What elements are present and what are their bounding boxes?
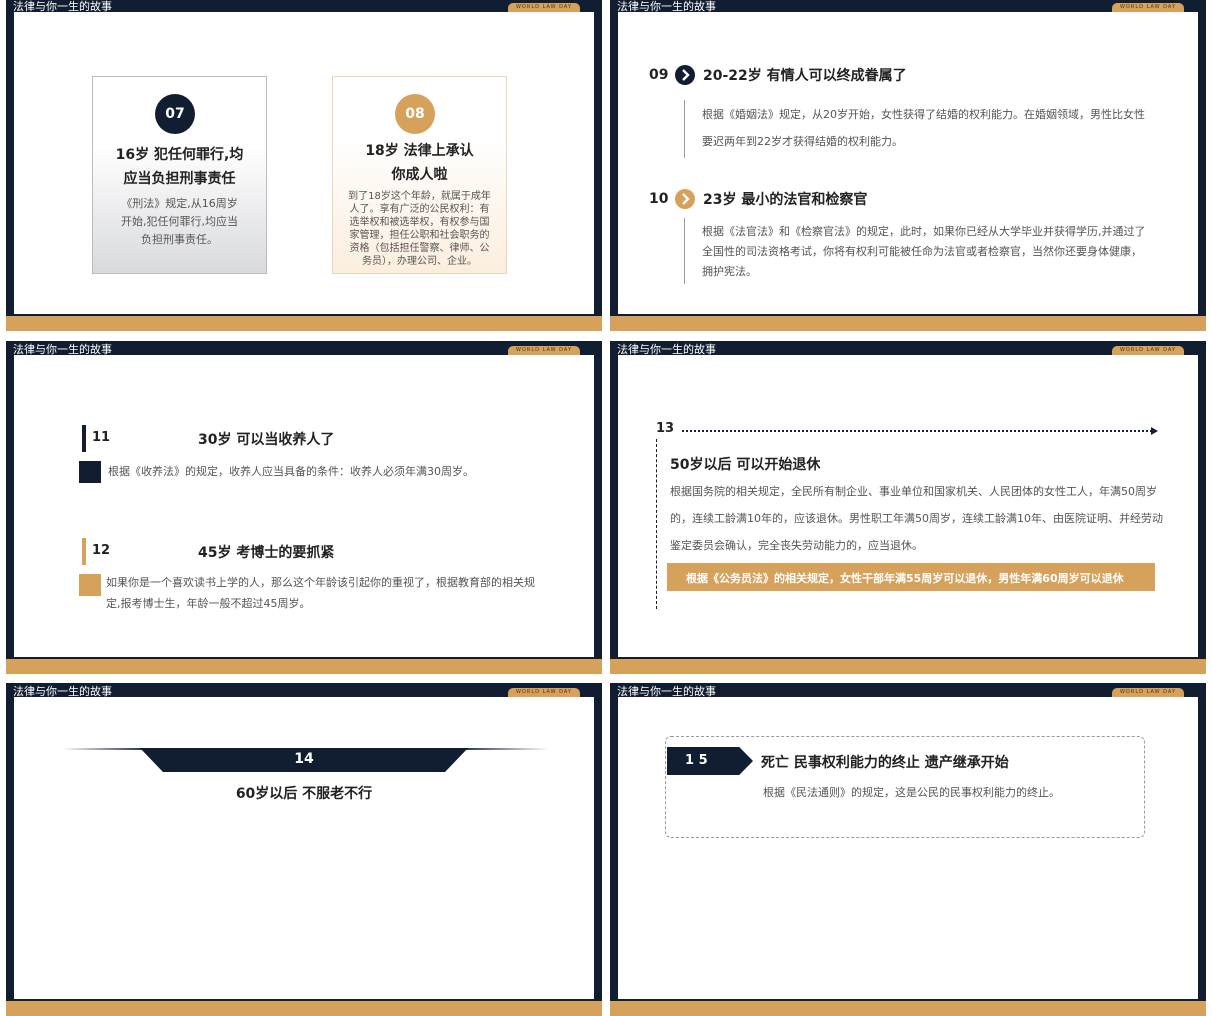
item-09-text-line2: 要迟两年到22岁才获得结婚的权利能力。 <box>702 135 903 148</box>
chevron-right-icon <box>675 65 695 85</box>
item-13-text-line2: 的，连续工龄满10年的，应该退休。男性职工年满50周岁，连续工龄满10年、由医院… <box>670 512 1163 525</box>
card-07-body-line3: 负担刑事责任。 <box>141 233 218 246</box>
item-10-text-line2: 全国性的司法资格考试，你将有权利可能被任命为法官或者检察官，当然你还要身体健康， <box>702 245 1142 258</box>
item-11-text-line1: 根据《收养法》的规定，收养人应当具备的条件：收养人必须年满30周岁。 <box>108 465 474 478</box>
item-11-number: 11 <box>92 430 111 445</box>
timeline-dotted-vertical <box>656 439 657 609</box>
world-law-day-badge: WORLD LAW DAY <box>508 3 580 12</box>
item-10-divider <box>684 218 685 284</box>
card-08-title-line2: 你成人啦 <box>391 167 448 183</box>
bottom-gold-bar <box>6 316 602 331</box>
item-12-text-line2: 定,报考博士生，年龄一般不超过45周岁。 <box>106 597 311 610</box>
card-08: 08 18岁 法律上承认 你成人啦 到了18岁这个年龄，就属于成年 人了。享有广… <box>332 76 507 274</box>
item-10-title: 23岁 最小的法官和检察官 <box>703 192 868 208</box>
number-ribbon-14: 14 <box>140 748 468 772</box>
card-08-body-line6: 务员），办理公司、企业。 <box>362 256 477 267</box>
item-09-number: 09 <box>649 67 669 83</box>
slide-2: 法律与你一生的故事 WORLD LAW DAY 09 20-22岁 有情人可以终… <box>610 0 1206 331</box>
bottom-gold-bar <box>6 1001 602 1016</box>
item-12-number: 12 <box>92 543 111 558</box>
card-08-title-line1: 18岁 法律上承认 <box>365 143 474 159</box>
number-badge-07: 07 <box>155 94 195 134</box>
slide-panel: 07 16岁 犯任何罪行,均 应当负担刑事责任 《刑法》规定,从16周岁 开始,… <box>14 12 594 314</box>
bottom-gold-bar <box>610 1001 1206 1016</box>
slide-4: 法律与你一生的故事 WORLD LAW DAY 13 50岁以后 可以开始退休 … <box>610 341 1206 674</box>
bottom-gold-bar <box>610 316 1206 331</box>
item-09-text-line1: 根据《婚姻法》规定，从20岁开始，女性获得了结婚的权利能力。在婚姻领域，男性比女… <box>702 108 1145 121</box>
world-law-day-badge: WORLD LAW DAY <box>1112 3 1184 12</box>
slide-panel: 13 50岁以后 可以开始退休 根据国务院的相关规定，全民所有制企业、事业单位和… <box>618 355 1198 657</box>
item-15-title: 死亡 民事权利能力的终止 遗产继承开始 <box>761 755 1009 771</box>
item-13-highlight-banner: 根据《公务员法》的相关规定，女性干部年满55周岁可以退休，男性年满60周岁可以退… <box>667 563 1155 591</box>
slide-1: 法律与你一生的故事 WORLD LAW DAY 07 16岁 犯任何罪行,均 应… <box>6 0 602 331</box>
item-11-title: 30岁 可以当收养人了 <box>198 432 335 448</box>
card-07-title-line2: 应当负担刑事责任 <box>123 171 236 187</box>
slide-6: 法律与你一生的故事 WORLD LAW DAY 1 5 死亡 民事权利能力的终止… <box>610 683 1206 1016</box>
number-badge-08: 08 <box>395 94 435 134</box>
world-law-day-badge: WORLD LAW DAY <box>508 346 580 355</box>
item-10-number: 10 <box>649 191 669 207</box>
card-07-title-line1: 16岁 犯任何罪行,均 <box>115 147 244 163</box>
slide-3: 法律与你一生的故事 WORLD LAW DAY 11 30岁 可以当收养人了 根… <box>6 341 602 674</box>
bottom-gold-bar <box>6 659 602 674</box>
slide-panel: 14 60岁以后 不服老不行 <box>14 697 594 999</box>
ribbon-line-right <box>454 748 549 750</box>
item-15-number: 1 5 <box>685 753 708 768</box>
item-12-accent-bar <box>82 538 86 565</box>
slide-panel: 1 5 死亡 民事权利能力的终止 遗产继承开始 根据《民法通则》的规定，这是公民… <box>618 697 1198 999</box>
slide-panel: 09 20-22岁 有情人可以终成眷属了 根据《婚姻法》规定，从20岁开始，女性… <box>618 12 1198 314</box>
item-12-text-line1: 如果你是一个喜欢读书上学的人，那么这个年龄该引起你的重视了，根据教育部的相关规 <box>106 576 535 589</box>
timeline-dotted-horizontal <box>682 430 1152 432</box>
item-10-text-line3: 拥护宪法。 <box>702 265 757 278</box>
item-11-accent-bar <box>82 425 86 452</box>
item-11-square-marker <box>79 461 101 483</box>
item-10-text-line1: 根据《法官法》和《检察官法》的规定，此时，如果你已经从大学毕业并获得学历,并通过… <box>702 225 1146 238</box>
world-law-day-badge: WORLD LAW DAY <box>1112 346 1184 355</box>
item-15-number-tag: 1 5 <box>667 747 753 775</box>
ribbon-line-left <box>62 748 152 750</box>
card-07-body-line1: 《刑法》规定,从16周岁 <box>121 197 238 210</box>
card-07: 07 16岁 犯任何罪行,均 应当负担刑事责任 《刑法》规定,从16周岁 开始,… <box>92 76 267 274</box>
item-13-banner-text: 根据《公务员法》的相关规定，女性干部年满55周岁可以退休，男性年满60周岁可以退… <box>686 572 1124 585</box>
item-15-text-line1: 根据《民法通则》的规定，这是公民的民事权利能力的终止。 <box>763 786 1060 799</box>
world-law-day-badge: WORLD LAW DAY <box>508 688 580 697</box>
card-07-body-line2: 开始,犯任何罪行,均应当 <box>121 215 238 228</box>
item-13-number: 13 <box>656 421 675 436</box>
item-13-title: 50岁以后 可以开始退休 <box>670 457 821 473</box>
item-13-text-line1: 根据国务院的相关规定，全民所有制企业、事业单位和国家机关、人民团体的女性工人，年… <box>670 485 1157 498</box>
item-14-number: 14 <box>294 751 314 767</box>
slide-5: 法律与你一生的故事 WORLD LAW DAY 14 60岁以后 不服老不行 <box>6 683 602 1016</box>
chevron-right-icon <box>675 189 695 209</box>
item-14-title: 60岁以后 不服老不行 <box>235 786 373 802</box>
bottom-gold-bar <box>610 659 1206 674</box>
item-09-title: 20-22岁 有情人可以终成眷属了 <box>703 68 907 84</box>
slide-panel: 11 30岁 可以当收养人了 根据《收养法》的规定，收养人应当具备的条件：收养人… <box>14 355 594 657</box>
world-law-day-badge: WORLD LAW DAY <box>1112 688 1184 697</box>
item-09-divider <box>684 100 685 158</box>
timeline-arrowhead <box>1151 427 1158 435</box>
item-13-text-line3: 鉴定委员会确认，完全丧失劳动能力的，应当退休。 <box>670 539 923 552</box>
item-12-title: 45岁 考博士的要抓紧 <box>198 545 335 561</box>
item-12-square-marker <box>79 574 101 596</box>
